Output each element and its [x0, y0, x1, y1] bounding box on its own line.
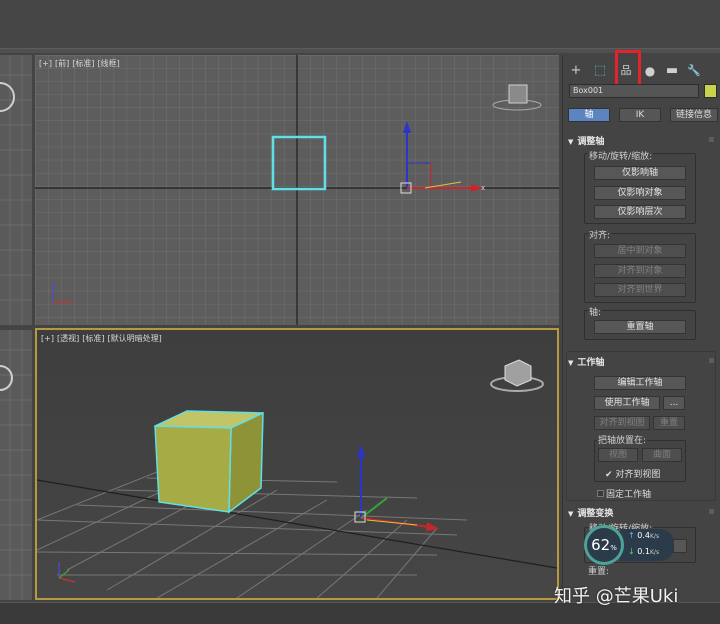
rollout-handle[interactable]	[709, 358, 714, 363]
toolbar-separator	[0, 48, 720, 53]
zhihu-watermark: 知乎 @芒果Uki	[554, 586, 679, 607]
align-to-view-button[interactable]: 对齐到视图	[594, 416, 650, 430]
download-value: 0.1	[637, 547, 650, 556]
ik-mode-button[interactable]: IK	[619, 108, 661, 122]
front-viewport-canvas: x	[35, 55, 559, 325]
reset-group-label: 重置:	[588, 567, 610, 577]
rollout-handle[interactable]	[709, 137, 714, 142]
viewport-menu-plus[interactable]: [+]	[41, 334, 54, 343]
adjust-pivot-rollout-title[interactable]: ▼ 调整轴	[568, 134, 604, 147]
place-on-surface-button[interactable]: 曲面	[642, 448, 682, 462]
download-arrow-icon: ↓	[628, 547, 638, 556]
perspective-viewport-canvas	[37, 330, 557, 598]
motion-icon[interactable]: ●	[641, 63, 659, 79]
align-to-world-button[interactable]: 对齐到世界	[594, 283, 686, 297]
toolbar-area	[0, 0, 720, 48]
rollout-title-text: 工作轴	[577, 358, 605, 368]
adjust-transform-rollout-title[interactable]: ▼ 调整变换	[568, 506, 613, 519]
link-info-mode-button[interactable]: 链接信息	[670, 108, 718, 122]
usage-percent: 62	[591, 536, 611, 554]
affect-hierarchy-only-button[interactable]: 仅影响层次	[594, 205, 686, 219]
align-to-object-button[interactable]: 对齐到对象	[594, 264, 686, 278]
pivot-group-label: 轴:	[588, 305, 603, 318]
viewport-pov-label[interactable]: [透视]	[57, 334, 79, 343]
upload-arrow-icon: ↑	[628, 531, 638, 540]
rollout-title-text: 调整变换	[577, 509, 614, 519]
collapse-triangle-icon: ▼	[568, 138, 574, 146]
upload-unit: K/s	[649, 533, 660, 540]
checkbox-icon	[597, 490, 604, 497]
viewport-shading-label[interactable]: [默认明暗处理]	[107, 334, 161, 343]
download-unit: K/s	[649, 549, 660, 556]
place-on-view-button[interactable]: 视图	[598, 448, 638, 462]
working-pivot-options-button[interactable]: ...	[663, 396, 685, 410]
display-icon[interactable]: ▬	[663, 63, 681, 79]
svg-text:x: x	[481, 184, 485, 192]
viewport-menu-plus[interactable]: [+]	[39, 59, 52, 68]
rollout-title-text: 调整轴	[577, 137, 605, 147]
rollout-handle[interactable]	[709, 509, 714, 514]
collapse-triangle-icon: ▼	[568, 359, 574, 367]
edit-working-pivot-button[interactable]: 编辑工作轴	[594, 376, 686, 390]
upload-value: 0.4	[637, 531, 650, 540]
box001-perspective[interactable]	[154, 410, 264, 514]
lock-working-pivot-checkbox[interactable]: 固定工作轴	[597, 487, 651, 500]
collapse-triangle-icon: ▼	[568, 510, 574, 518]
working-pivot-rollout-title[interactable]: ▼ 工作轴	[568, 355, 604, 368]
use-working-pivot-button[interactable]: 使用工作轴	[594, 396, 660, 410]
upload-speed: ↑ 0.4K/s	[628, 531, 659, 540]
viewport-perspective[interactable]: [+] [透视] [标准] [默认明暗处理]	[35, 328, 559, 600]
3dsmax-window: x [+] [前] [标准] [线框] [+] [透视] [标准] [默认明暗处…	[0, 0, 720, 624]
reset-pivot-button[interactable]: 重置轴	[594, 320, 686, 334]
left-top-grid	[0, 55, 32, 325]
perspective-viewport-label[interactable]: [+] [透视] [标准] [默认明暗处理]	[41, 333, 165, 344]
viewport-shading-label[interactable]: [线框]	[97, 59, 119, 68]
modify-icon[interactable]: ⬚	[591, 63, 609, 79]
viewport-left-bottom[interactable]	[0, 330, 32, 600]
align-group-label: 对齐:	[588, 228, 612, 241]
place-pivot-group-label: 把轴放置在:	[597, 433, 648, 446]
network-speed-widget[interactable]: 62% ↑ 0.4K/s ↓ 0.1K/s	[584, 525, 676, 565]
create-plus-icon[interactable]: +	[567, 63, 585, 79]
viewport-standard-label[interactable]: [标准]	[82, 334, 104, 343]
command-panel-tabs: + ⬚ 品 ● ▬ 🔧	[563, 50, 720, 92]
left-bottom-grid	[0, 330, 32, 600]
move-group-label: 移动/旋转/缩放:	[588, 149, 654, 162]
utilities-icon[interactable]: 🔧	[685, 63, 703, 79]
download-speed: ↓ 0.1K/s	[628, 547, 659, 556]
checkbox-label: 对齐到视图	[615, 470, 661, 480]
object-name-field[interactable]: Box001	[569, 84, 699, 98]
usage-percent-unit: %	[610, 544, 617, 552]
checkmark-icon: ✔	[605, 470, 616, 480]
reset-working-pivot-button[interactable]: 重置	[653, 416, 685, 430]
viewport-pov-label[interactable]: [前]	[55, 59, 69, 68]
affect-object-only-button[interactable]: 仅影响对象	[594, 186, 686, 200]
checkbox-label: 固定工作轴	[606, 490, 652, 500]
affect-pivot-only-button[interactable]: 仅影响轴	[594, 166, 686, 180]
viewport-standard-label[interactable]: [标准]	[72, 59, 94, 68]
viewport-left-top[interactable]	[0, 55, 32, 325]
command-panel: + ⬚ 品 ● ▬ 🔧 Box001 轴 IK 链接信息 ▼ 调整轴 移动/旋转/…	[562, 50, 720, 602]
object-color-swatch[interactable]	[704, 84, 717, 98]
front-viewport-label[interactable]: [+] [前] [标准] [线框]	[39, 58, 123, 69]
align-to-view-checkbox[interactable]: ✔ 对齐到视图	[605, 467, 660, 480]
viewcube-ring-icon[interactable]	[0, 82, 15, 112]
center-to-object-button[interactable]: 居中到对象	[594, 244, 686, 258]
cpu-usage-ring: 62%	[584, 525, 624, 565]
pivot-mode-button[interactable]: 轴	[568, 108, 610, 122]
viewport-front[interactable]: x [+] [前] [标准] [线框]	[35, 55, 559, 325]
